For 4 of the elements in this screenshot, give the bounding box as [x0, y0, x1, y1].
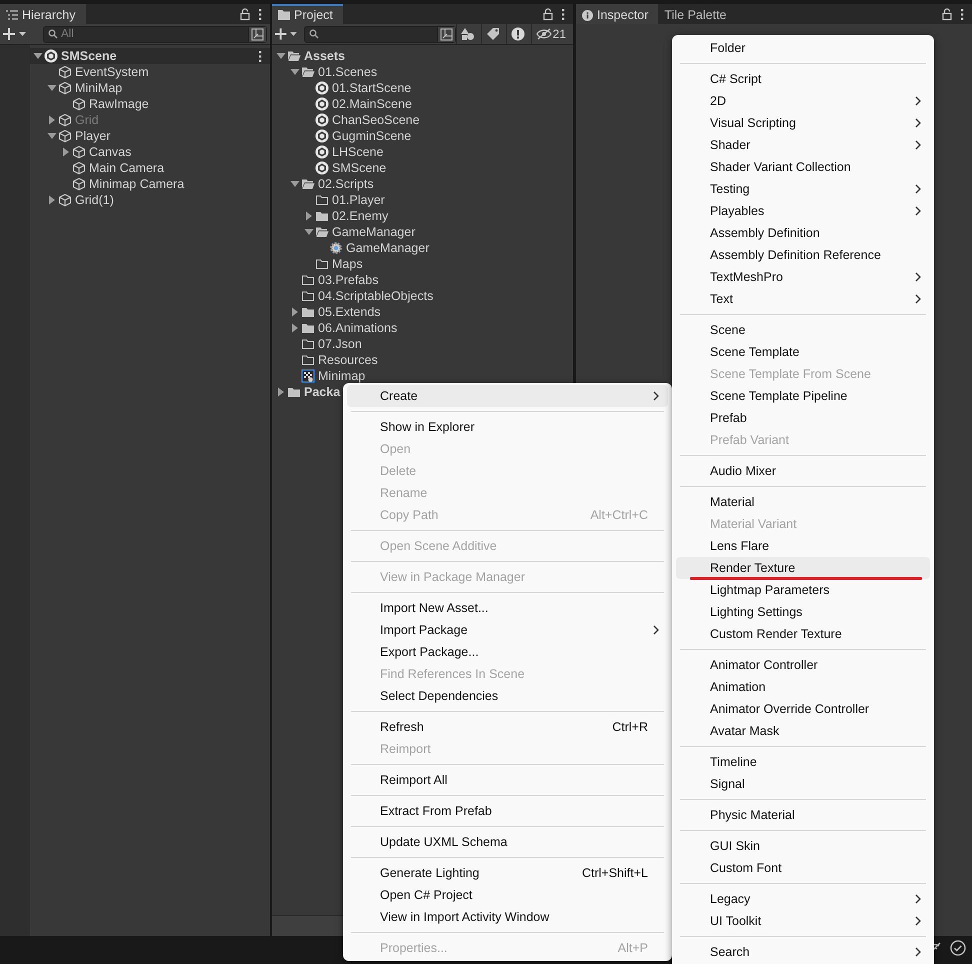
shortcut-label: Ctrl+Shift+L [582, 866, 648, 880]
shortcut-label: Alt+P [618, 941, 648, 955]
shortcut-label: Ctrl+R [612, 720, 648, 734]
shortcut-label: Alt+Ctrl+C [590, 508, 648, 522]
